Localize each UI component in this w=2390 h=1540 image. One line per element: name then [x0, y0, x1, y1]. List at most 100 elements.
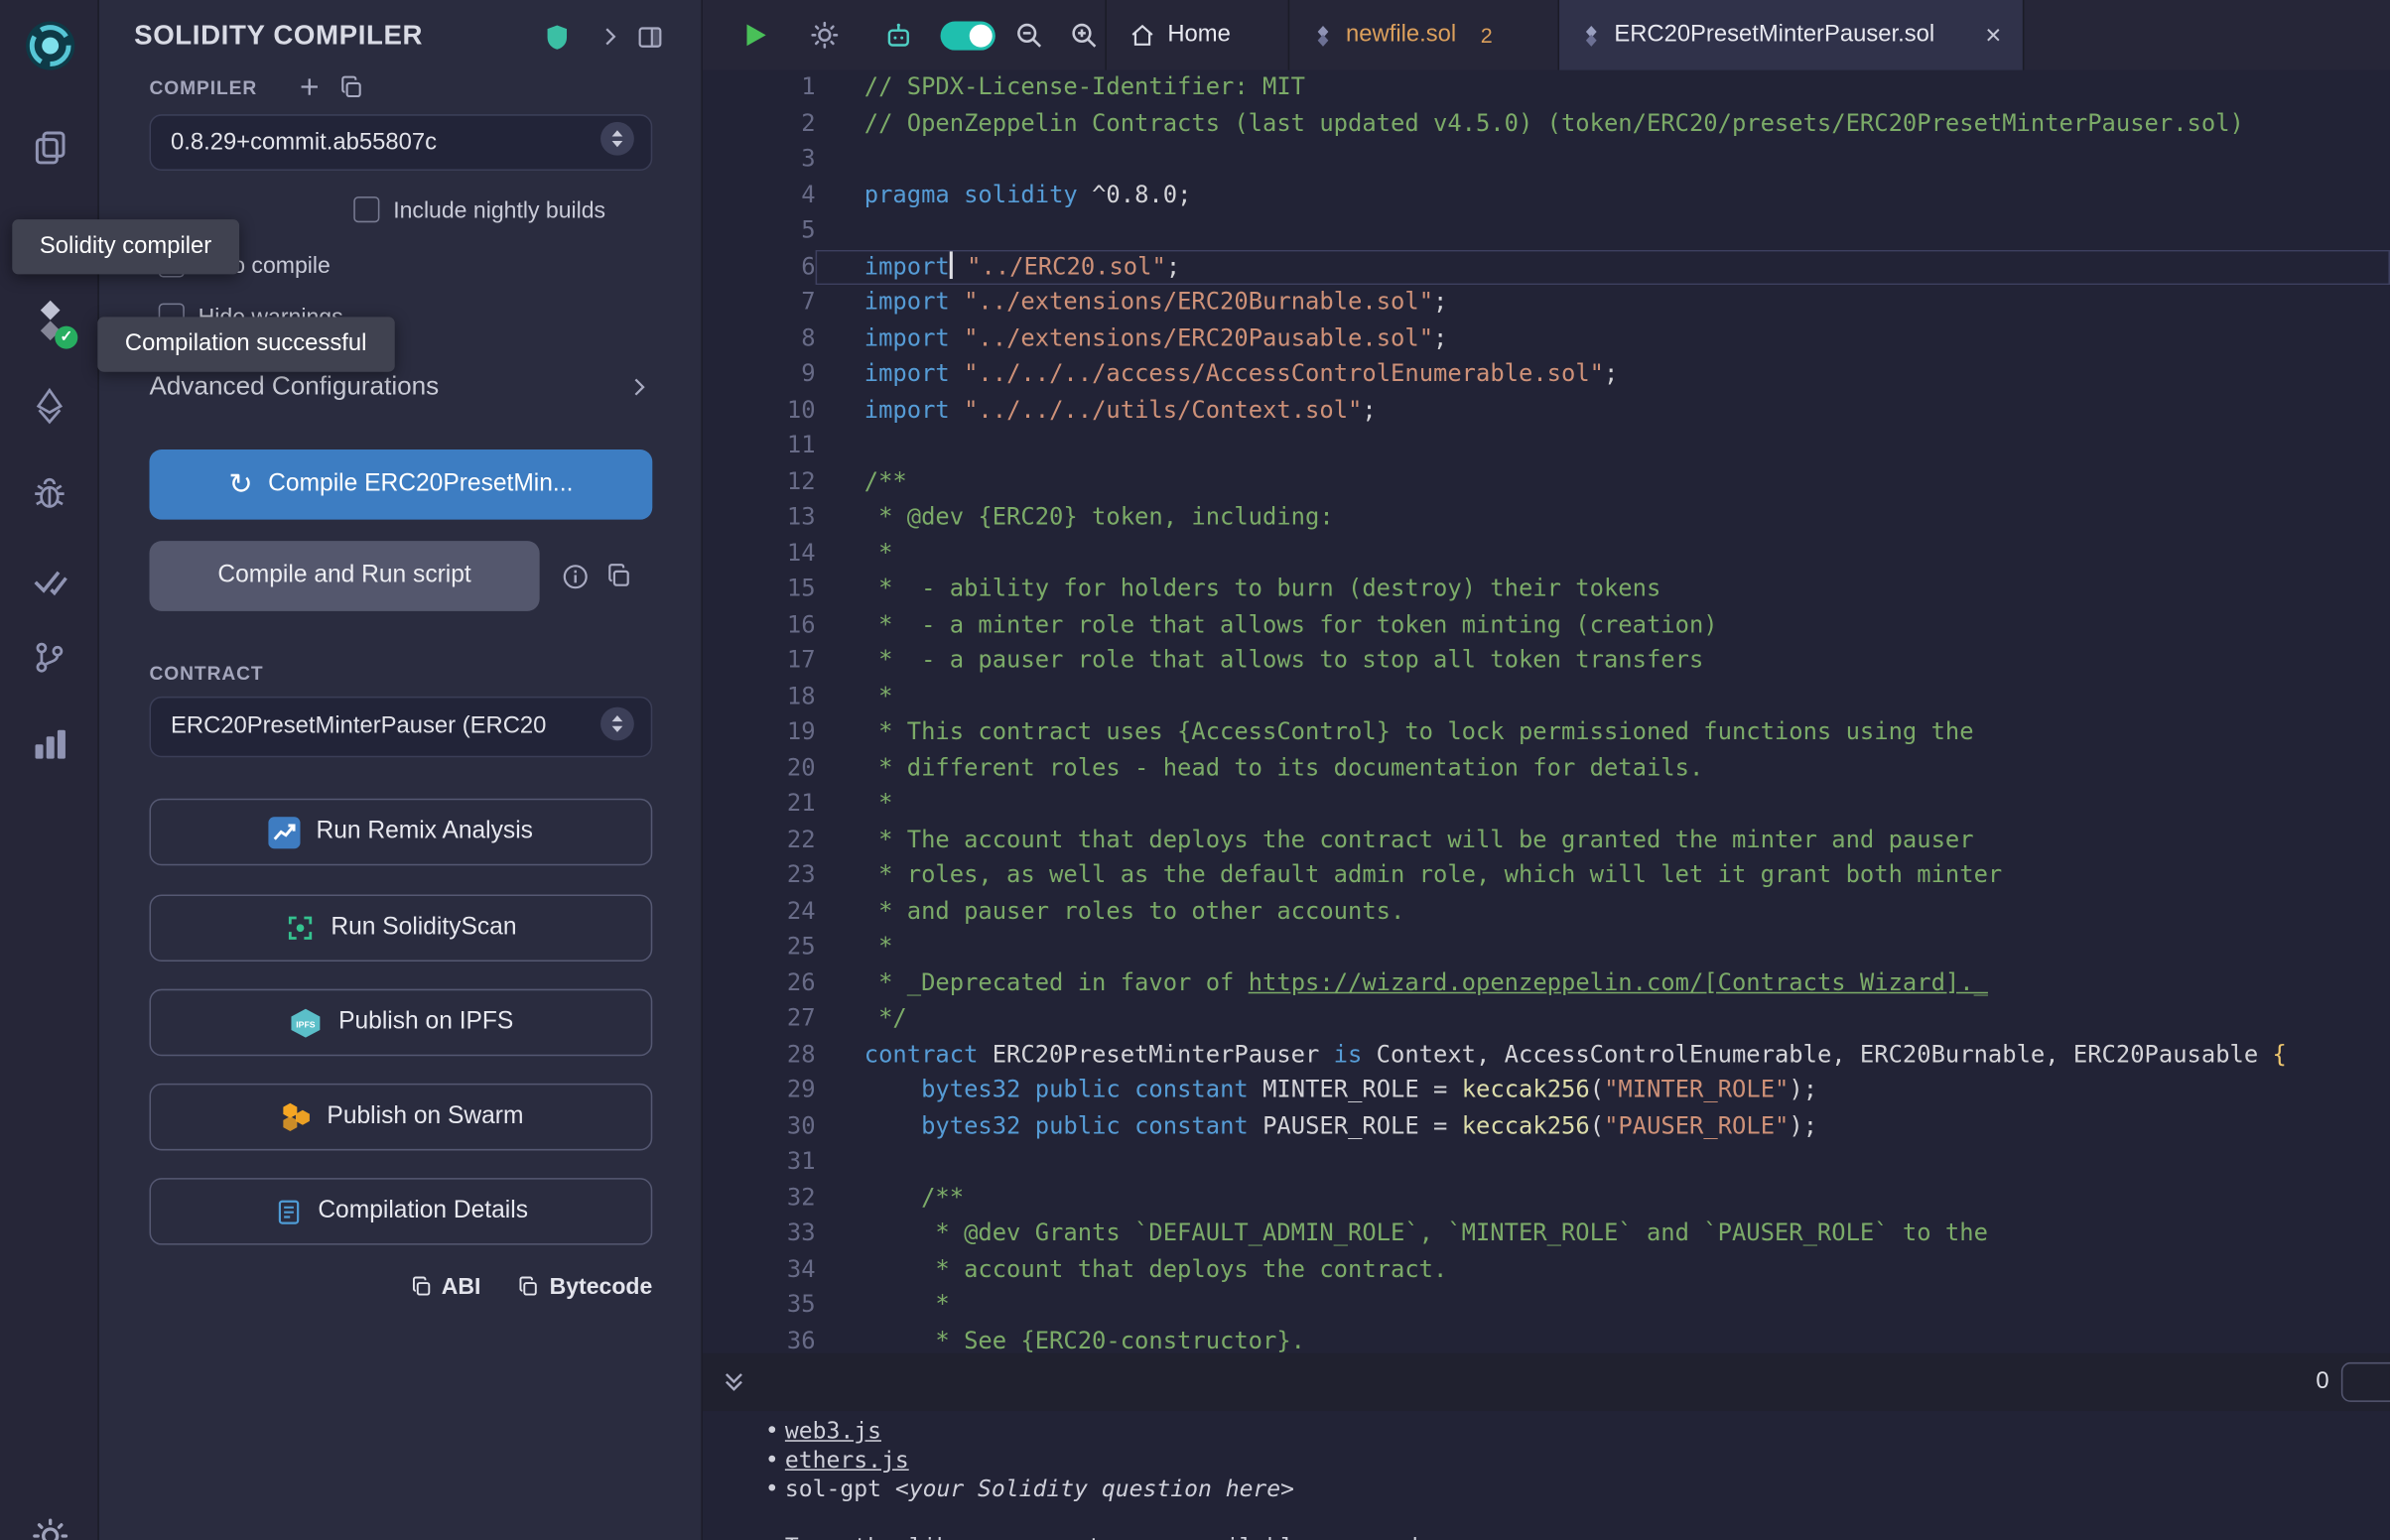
copy-version-icon[interactable]	[338, 74, 364, 108]
zoom-out-icon[interactable]	[1013, 20, 1044, 58]
code-line-19[interactable]: 19 * This contract uses {AccessControl} …	[703, 714, 2390, 750]
run-remix-analysis-button[interactable]: Run Remix Analysis	[149, 799, 652, 866]
code-line-10[interactable]: 10import "../../../utils/Context.sol";	[703, 392, 2390, 428]
run-solidityscan-button[interactable]: Run SolidityScan	[149, 894, 652, 962]
remix-logo-icon[interactable]	[0, 18, 99, 72]
stepper-icon	[599, 705, 636, 749]
code-line-18[interactable]: 18 *	[703, 679, 2390, 714]
compile-and-run-button[interactable]: Compile and Run script	[149, 541, 539, 611]
publish-ipfs-button[interactable]: IPFS Publish on IPFS	[149, 989, 652, 1057]
contract-select[interactable]: ERC20PresetMinterPauser (ERC20	[149, 697, 652, 757]
code-line-36[interactable]: 36 * See {ERC20-constructor}.	[703, 1324, 2390, 1353]
deploy-run-icon[interactable]	[0, 387, 99, 425]
code-line-1[interactable]: 1// SPDX-License-Identifier: MIT	[703, 70, 2390, 106]
chevron-right-icon[interactable]	[598, 25, 622, 57]
code-line-9[interactable]: 9import "../../../access/AccessControlEn…	[703, 356, 2390, 392]
terminal-search-input[interactable]	[2341, 1362, 2390, 1402]
settings-gear-icon[interactable]	[0, 1516, 99, 1540]
line-number: 23	[703, 858, 816, 894]
terminal[interactable]: •web3.js•ethers.js•sol-gpt <your Solidit…	[703, 1411, 2390, 1540]
code-line-12[interactable]: 12/**	[703, 464, 2390, 500]
copy-script-icon[interactable]	[605, 563, 633, 597]
code-line-24[interactable]: 24 * and pauser roles to other accounts.	[703, 894, 2390, 930]
ipfs-icon: IPFS	[288, 1006, 323, 1038]
code-line-3[interactable]: 3	[703, 142, 2390, 178]
code-line-4[interactable]: 4pragma solidity ^0.8.0;	[703, 178, 2390, 213]
publish-swarm-button[interactable]: Publish on Swarm	[149, 1084, 652, 1151]
code-line-22[interactable]: 22 * The account that deploys the contra…	[703, 823, 2390, 858]
code-line-7[interactable]: 7import "../extensions/ERC20Burnable.sol…	[703, 285, 2390, 321]
advanced-configurations[interactable]: Advanced Configurations	[149, 372, 439, 403]
advanced-chevron-icon[interactable]	[626, 375, 651, 407]
code-line-17[interactable]: 17 * - a pauser role that allows to stop…	[703, 643, 2390, 679]
code-line-21[interactable]: 21 *	[703, 786, 2390, 822]
copy-abi-button[interactable]: ABI	[410, 1274, 481, 1300]
code-line-2[interactable]: 2// OpenZeppelin Contracts (last updated…	[703, 106, 2390, 142]
tab-home[interactable]: Home	[1112, 0, 1250, 70]
line-number: 21	[703, 786, 816, 822]
code-editor[interactable]: 1// SPDX-License-Identifier: MIT2// Open…	[703, 70, 2390, 1353]
script-config-gear-icon[interactable]	[809, 20, 840, 58]
code-line-26[interactable]: 26 * _Deprecated in favor of https://wiz…	[703, 965, 2390, 1001]
code-line-8[interactable]: 8import "../extensions/ERC20Pausable.sol…	[703, 321, 2390, 356]
code-line-14[interactable]: 14 *	[703, 536, 2390, 572]
add-compiler-icon[interactable]	[297, 74, 322, 106]
line-number: 20	[703, 750, 816, 786]
code-line-35[interactable]: 35 *	[703, 1288, 2390, 1324]
run-script-play-icon[interactable]	[739, 20, 770, 58]
ai-assistant-robot-icon[interactable]	[882, 20, 914, 60]
code-line-15[interactable]: 15 * - ability for holders to burn (dest…	[703, 572, 2390, 607]
scale-wrapper: ✓ SOLIDITY COMPILER COM	[0, 0, 2390, 1540]
line-number: 16	[703, 607, 816, 643]
split-view-icon[interactable]	[635, 23, 664, 60]
tab-newfile[interactable]: newfile.sol 2	[1294, 0, 1511, 70]
code-line-6[interactable]: 6import "../ERC20.sol";	[703, 249, 2390, 285]
zoom-in-icon[interactable]	[1069, 20, 1100, 58]
copy-bytecode-button[interactable]: Bytecode	[517, 1274, 652, 1300]
code-line-5[interactable]: 5	[703, 213, 2390, 249]
code-line-33[interactable]: 33 * @dev Grants `DEFAULT_ADMIN_ROLE`, `…	[703, 1216, 2390, 1251]
line-number: 7	[703, 285, 816, 321]
bullet: •	[765, 1476, 785, 1504]
code-line-16[interactable]: 16 * - a minter role that allows for tok…	[703, 607, 2390, 643]
terminal-collapse-icon[interactable]	[721, 1369, 746, 1395]
code-line-30[interactable]: 30 bytes32 public constant PAUSER_ROLE =…	[703, 1108, 2390, 1144]
code-line-20[interactable]: 20 * different roles - head to its docum…	[703, 750, 2390, 786]
include-nightly-checkbox[interactable]	[353, 196, 379, 222]
tab-active-erc20presetminterpauser[interactable]: ERC20PresetMinterPauser.sol ×	[1559, 0, 2023, 70]
close-tab-icon[interactable]: ×	[1985, 21, 2001, 49]
file-explorer-icon[interactable]	[0, 128, 99, 168]
code-line-32[interactable]: 32 /**	[703, 1180, 2390, 1216]
compiler-version-select[interactable]: 0.8.29+commit.ab55807c	[149, 114, 652, 171]
code-line-28[interactable]: 28contract ERC20PresetMinterPauser is Co…	[703, 1037, 2390, 1073]
terminal-link[interactable]: web3.js	[785, 1417, 881, 1445]
terminal-link[interactable]: ethers.js	[785, 1446, 909, 1474]
code-line-27[interactable]: 27 */	[703, 1001, 2390, 1037]
ai-copilot-toggle[interactable]	[941, 21, 996, 50]
code-line-25[interactable]: 25 *	[703, 930, 2390, 965]
tooltip-compilation-successful: Compilation successful	[97, 317, 394, 371]
plugin-manager-icon[interactable]	[0, 725, 99, 763]
compile-button[interactable]: ↻ Compile ERC20PresetMin...	[149, 449, 652, 520]
debugger-icon[interactable]	[0, 474, 99, 512]
code-line-11[interactable]: 11	[703, 429, 2390, 464]
line-number: 6	[703, 249, 816, 285]
code-line-29[interactable]: 29 bytes32 public constant MINTER_ROLE =…	[703, 1073, 2390, 1108]
code-line-13[interactable]: 13 * @dev {ERC20} token, including:	[703, 500, 2390, 536]
line-number: 26	[703, 965, 816, 1001]
unit-testing-icon[interactable]	[0, 561, 99, 600]
swarm-icon	[278, 1101, 312, 1132]
code-line-34[interactable]: 34 * account that deploys the contract.	[703, 1252, 2390, 1288]
analysis-chart-icon	[269, 816, 301, 847]
svg-text:IPFS: IPFS	[296, 1019, 315, 1029]
compilation-details-button[interactable]: Compilation Details	[149, 1178, 652, 1245]
solidity-compiler-icon[interactable]: ✓	[0, 299, 99, 341]
info-icon[interactable]	[561, 563, 590, 599]
code-line-23[interactable]: 23 * roles, as well as the default admin…	[703, 858, 2390, 894]
code-line-31[interactable]: 31	[703, 1144, 2390, 1180]
line-number: 3	[703, 142, 816, 178]
git-icon[interactable]	[0, 638, 99, 676]
line-number: 31	[703, 1144, 816, 1180]
shield-icon[interactable]	[543, 23, 572, 60]
panel-title: SOLIDITY COMPILER	[134, 20, 423, 52]
